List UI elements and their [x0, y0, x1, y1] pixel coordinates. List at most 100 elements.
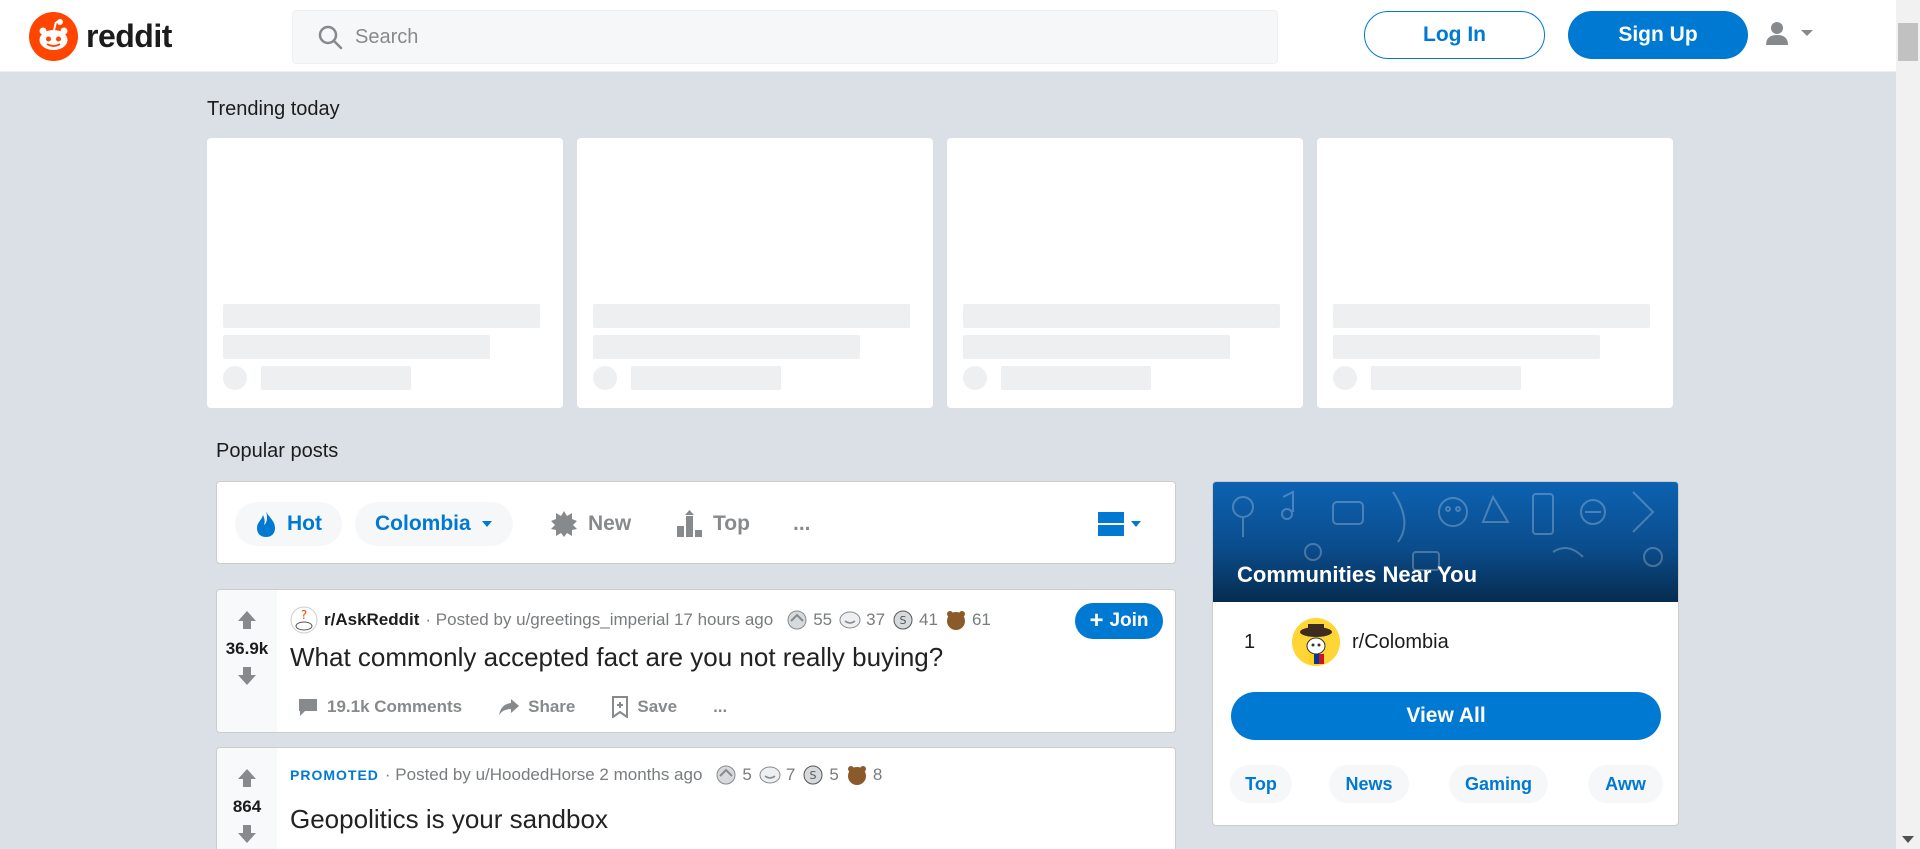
card-view-icon [1098, 512, 1124, 536]
award-bear[interactable]: 61 [944, 609, 991, 631]
tag-gaming[interactable]: Gaming [1449, 765, 1548, 803]
chevron-down-icon [1131, 521, 1141, 527]
share-label: Share [528, 697, 576, 716]
more-icon: ... [713, 697, 728, 716]
award-bear[interactable]: 8 [845, 764, 882, 786]
skeleton-line [963, 335, 1230, 359]
save-button[interactable]: Save [611, 696, 677, 718]
search-input[interactable] [355, 25, 1255, 49]
search-bar[interactable] [292, 10, 1278, 64]
view-all-button[interactable]: View All [1231, 692, 1661, 740]
sort-bar: Hot Colombia New Top ... [216, 481, 1176, 564]
comments-count: 19.1k Comments [327, 697, 463, 716]
view-layout-dropdown[interactable] [1098, 502, 1142, 546]
community-name: r/Colombia [1352, 630, 1449, 653]
trending-card-2[interactable] [577, 138, 933, 408]
comments-button[interactable]: 19.1k Comments [297, 697, 462, 717]
scrollbar-thumb[interactable] [1898, 23, 1918, 61]
join-label: Join [1109, 610, 1149, 631]
posted-by: · Posted by u/greetings_imperial 17 hour… [425, 610, 774, 629]
promoted-post-card[interactable]: 864 PROMOTED · Posted by u/HoodedHorse 2… [216, 747, 1176, 849]
award-wholesome[interactable]: 7 [758, 764, 795, 786]
post-meta: ? r/AskReddit · Posted by u/greetings_im… [290, 606, 991, 634]
vote-column: 864 [217, 748, 277, 849]
trending-card-1[interactable] [207, 138, 563, 408]
award-wholesome-icon [839, 611, 861, 629]
sort-top-button[interactable]: Top [675, 502, 750, 546]
flame-icon [257, 511, 275, 537]
vote-count: 864 [232, 797, 262, 816]
upvote-icon[interactable] [236, 609, 258, 631]
skeleton-line [593, 304, 910, 328]
post-title[interactable]: Geopolitics is your sandbox [290, 804, 608, 835]
award-silver[interactable]: 55 [785, 609, 832, 631]
skeleton-line [593, 335, 860, 359]
more-icon: ... [793, 512, 811, 535]
svg-text:S: S [900, 614, 907, 627]
sort-new-button[interactable]: New [550, 502, 631, 546]
location-label: Colombia [375, 512, 471, 535]
tag-top[interactable]: Top [1230, 765, 1292, 803]
award-silver[interactable]: 5 [714, 764, 752, 786]
award-wholesome[interactable]: 37 [838, 609, 885, 631]
downvote-icon[interactable] [236, 823, 258, 845]
save-label: Save [637, 697, 678, 716]
reddit-logo[interactable]: reddit [29, 12, 172, 61]
skeleton-avatar [1333, 366, 1357, 390]
bookmark-icon [612, 696, 629, 718]
login-button[interactable]: Log In [1364, 11, 1545, 59]
award-helpful-icon [787, 610, 807, 630]
sort-more-button[interactable]: ... [793, 502, 811, 546]
reddit-snoo-icon [29, 12, 78, 61]
communities-banner: Communities Near You [1213, 482, 1678, 602]
skeleton-avatar [963, 366, 987, 390]
top-chart-icon [677, 510, 702, 537]
tag-aww[interactable]: Aww [1588, 765, 1663, 803]
svg-text:S: S [810, 769, 817, 782]
vote-column: 36.9k [217, 590, 277, 732]
sort-hot-button[interactable]: Hot [235, 502, 342, 546]
plus-icon: + [1089, 607, 1104, 634]
award-silver-icon: S [893, 610, 913, 630]
downvote-icon[interactable] [236, 665, 258, 687]
promoted-badge: PROMOTED [290, 767, 379, 783]
share-button[interactable]: Share [498, 697, 575, 717]
chevron-down-icon [1801, 30, 1813, 36]
upvote-icon[interactable] [236, 767, 258, 789]
award-silver-coin[interactable]: S 5 [801, 764, 839, 786]
post-actions: 19.1k Comments Share Save ... [297, 696, 727, 718]
page-scrollbar[interactable] [1896, 0, 1920, 849]
post-title[interactable]: What commonly accepted fact are you not … [290, 642, 943, 673]
skeleton-line [963, 304, 1280, 328]
tag-news[interactable]: News [1329, 765, 1409, 803]
sort-top-label: Top [713, 512, 750, 535]
award-silver-icon: S [803, 765, 823, 785]
location-dropdown[interactable]: Colombia [355, 502, 513, 546]
scroll-down-arrow-icon[interactable] [1902, 836, 1914, 843]
subreddit-link[interactable]: r/AskReddit [324, 610, 419, 630]
award-silver-coin[interactable]: S 41 [891, 609, 938, 631]
award-wholesome-icon [759, 766, 781, 784]
comment-icon [299, 699, 317, 716]
post-more-button[interactable]: ... [713, 697, 727, 717]
award-bear-icon [847, 766, 866, 785]
user-icon [1766, 22, 1788, 45]
sort-new-label: New [588, 512, 632, 535]
join-button[interactable]: + Join [1075, 603, 1163, 639]
community-row[interactable]: 1 r/Colombia [1213, 614, 1678, 670]
user-menu-dropdown[interactable] [1764, 20, 1814, 46]
trending-card-4[interactable] [1317, 138, 1673, 408]
skeleton-line [261, 366, 411, 390]
communities-widget: Communities Near You 1 r/Colombia View A… [1212, 481, 1679, 826]
communities-title: Communities Near You [1237, 562, 1478, 587]
popular-posts-title: Popular posts [216, 440, 339, 462]
sort-hot-label: Hot [287, 512, 322, 535]
top-header: reddit Log In Sign Up [0, 0, 1896, 72]
skeleton-line [223, 335, 490, 359]
vote-count: 36.9k [225, 639, 269, 658]
signup-button[interactable]: Sign Up [1568, 11, 1748, 59]
chevron-down-icon [481, 521, 492, 527]
post-card[interactable]: 36.9k ? r/AskReddit · Posted by u/greeti… [216, 589, 1176, 733]
trending-card-3[interactable] [947, 138, 1303, 408]
subreddit-avatar-icon[interactable]: ? [290, 606, 318, 634]
